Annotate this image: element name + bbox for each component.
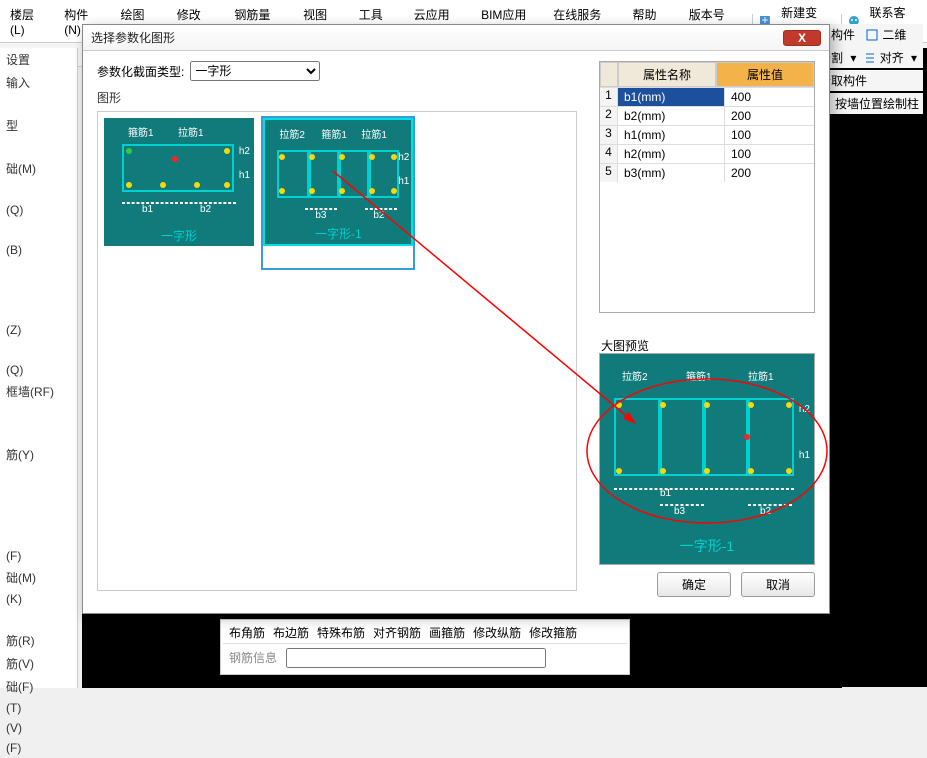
bottom-tab[interactable]: 修改箍筋 (529, 624, 577, 641)
left-item[interactable]: (F) (0, 546, 77, 566)
attribute-table: 属性名称 属性值 1 b1(mm) 400 2b2(mm)200 3h1(mm)… (599, 61, 815, 313)
left-item[interactable]: (K) (0, 589, 77, 609)
left-item[interactable]: (T) (0, 698, 77, 718)
left-item[interactable]: 框墙(RF) (0, 380, 77, 403)
align-button[interactable]: 对齐 (880, 49, 904, 66)
section-type-select[interactable]: 一字形 (190, 61, 320, 81)
left-item[interactable]: 设置 (0, 48, 77, 71)
parametric-shape-dialog: 选择参数化图形 X 参数化截面类型: 一字形 图形 箍筋1 拉筋1 (82, 24, 830, 614)
dialog-close-button[interactable]: X (783, 30, 821, 46)
attr-row[interactable]: 4h2(mm)100 (600, 144, 814, 163)
cancel-button[interactable]: 取消 (741, 572, 815, 597)
left-item[interactable]: 输入 (0, 71, 77, 94)
left-item[interactable]: (V) (0, 718, 77, 738)
ok-button[interactable]: 确定 (657, 572, 731, 597)
right-tool-cluster: 用构件 二维 分割 ▾ 对齐 ▾ 拾取构件 按墙位置绘制柱 (815, 24, 923, 114)
left-item[interactable]: 筋(R) (0, 629, 77, 652)
rebar-info-label: 钢筋信息 (229, 651, 277, 665)
preview-box: 拉筋2 箍筋1 拉筋1 h2 h1 b1 b3 b2 一字形-1 (599, 353, 815, 565)
dialog-titlebar: 选择参数化图形 X (83, 25, 829, 51)
attr-row[interactable]: 1 b1(mm) 400 (600, 87, 814, 106)
bottom-tab[interactable]: 布角筋 (229, 624, 265, 641)
attr-row[interactable]: 2b2(mm)200 (600, 106, 814, 125)
shape-thumb-label: 一字形 (104, 227, 254, 244)
shape-thumb-yizhixing-1[interactable]: 拉筋2 箍筋1 拉筋1 h2 h1 b3 b2 一字形-1 (263, 118, 413, 268)
draw-column-by-wall-button[interactable]: 按墙位置绘制柱 (835, 95, 919, 112)
left-item[interactable]: 筋(V) (0, 652, 77, 675)
attr-header-name: 属性名称 (618, 62, 716, 87)
left-item[interactable]: 型 (0, 114, 77, 137)
bottom-tab[interactable]: 画箍筋 (429, 624, 465, 641)
left-item[interactable]: 筋(Y) (0, 443, 77, 466)
bottom-tab[interactable]: 修改纵筋 (473, 624, 521, 641)
preview-shape-label: 一字形-1 (600, 536, 814, 556)
drawing-canvas-right[interactable] (830, 48, 927, 687)
left-item[interactable]: (Z) (0, 320, 77, 340)
align-icon (864, 52, 876, 64)
twod-icon (866, 29, 878, 41)
rebar-info-input[interactable] (286, 648, 546, 668)
left-tree-panel: 设置 输入 型 础(M) (Q) (B) (Z) (Q) 框墙(RF) 筋(Y)… (0, 48, 78, 688)
menu-floor[interactable]: 楼层(L) (4, 4, 54, 39)
shape-thumb-label: 一字形-1 (265, 225, 411, 242)
attr-row[interactable]: 3h1(mm)100 (600, 125, 814, 144)
left-item[interactable]: (Q) (0, 360, 77, 380)
left-item[interactable]: 础(M) (0, 566, 77, 589)
preview-section-label: 大图预览 (601, 337, 649, 354)
left-item[interactable]: (F) (0, 738, 77, 758)
bottom-rebar-toolbar: 布角筋 布边筋 特殊布筋 对齐钢筋 画箍筋 修改纵筋 修改箍筋 钢筋信息 (220, 619, 630, 675)
shape-thumb-yizhixing[interactable]: 箍筋1 拉筋1 h2 h1 b1 b2 一字形 (104, 118, 254, 268)
twod-button[interactable]: 二维 (882, 26, 906, 43)
bottom-tab[interactable]: 布边筋 (273, 624, 309, 641)
section-type-label: 参数化截面类型: (97, 63, 184, 80)
bottom-tab[interactable]: 特殊布筋 (317, 624, 365, 641)
attr-row[interactable]: 5b3(mm)200 (600, 163, 814, 182)
left-item[interactable]: (Q) (0, 200, 77, 220)
left-item[interactable]: 础(M) (0, 157, 77, 180)
dialog-title-text: 选择参数化图形 (91, 29, 175, 46)
left-item[interactable]: (B) (0, 240, 77, 260)
attr-header-value: 属性值 (716, 62, 814, 87)
bottom-tab[interactable]: 对齐钢筋 (373, 624, 421, 641)
shape-thumbnails-area: 箍筋1 拉筋1 h2 h1 b1 b2 一字形 (97, 111, 577, 591)
